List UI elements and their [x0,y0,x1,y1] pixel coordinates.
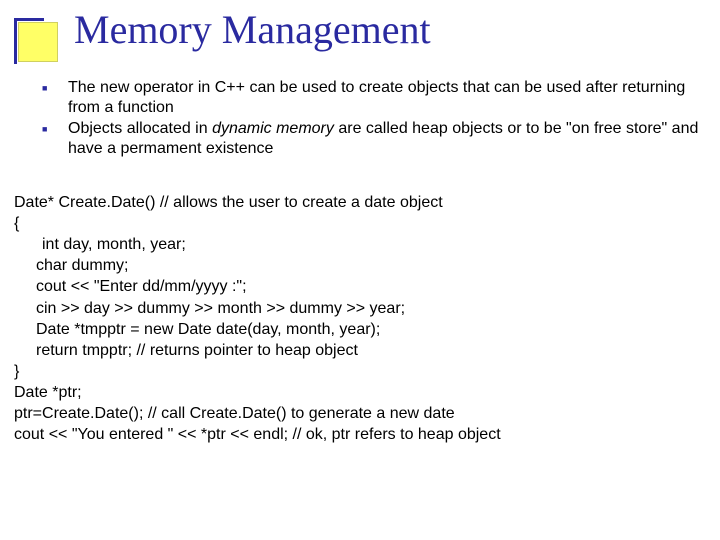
bullet-text-em: dynamic memory [212,120,334,137]
code-line: cout << "You entered " << *ptr << endl; … [14,424,706,445]
bullet-icon: ■ [42,78,68,117]
bullet-text: Objects allocated in dynamic memory are … [68,119,704,158]
code-line: Date* Create.Date() // allows the user t… [14,192,706,213]
code-line: return tmpptr; // returns pointer to hea… [14,340,706,361]
code-line: ptr=Create.Date(); // call Create.Date()… [14,403,706,424]
code-line: cout << "Enter dd/mm/yyyy :"; [14,276,706,297]
bullet-list: ■ The new operator in C++ can be used to… [42,78,704,160]
bullet-item: ■ The new operator in C++ can be used to… [42,78,704,117]
code-line: Date *tmpptr = new Date date(day, month,… [14,319,706,340]
code-line: int day, month, year; [14,234,706,255]
slide: Memory Management ■ The new operator in … [0,0,720,540]
code-line: char dummy; [14,255,706,276]
bullet-item: ■ Objects allocated in dynamic memory ar… [42,119,704,158]
slide-title: Memory Management [74,6,431,53]
accent-l-shape [14,18,44,64]
code-line: } [14,361,706,382]
code-line: Date *ptr; [14,382,706,403]
code-line: { [14,213,706,234]
bullet-icon: ■ [42,119,68,158]
code-line: cin >> day >> dummy >> month >> dummy >>… [14,298,706,319]
bullet-text: The new operator in C++ can be used to c… [68,78,704,117]
code-block: Date* Create.Date() // allows the user t… [14,192,706,445]
bullet-text-pre: Objects allocated in [68,120,212,137]
